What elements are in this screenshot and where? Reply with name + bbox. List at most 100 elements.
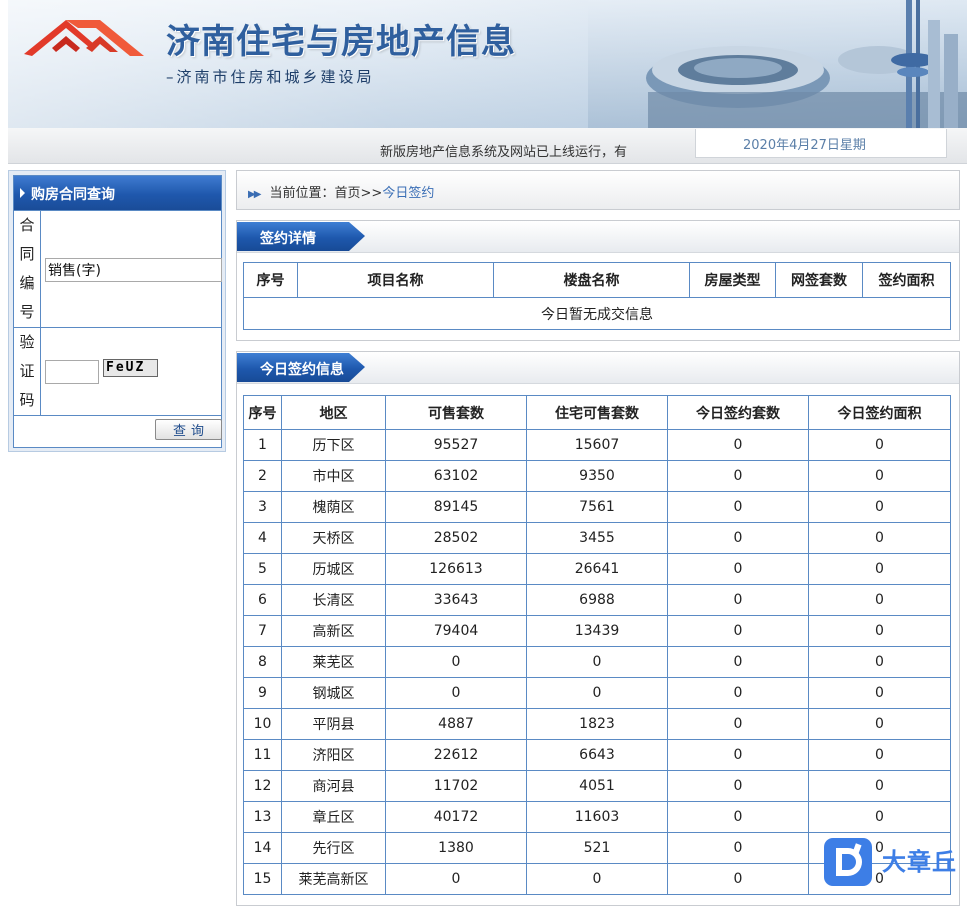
residential-available-units: 521 [526, 832, 668, 864]
today-signed-units: 0 [667, 646, 809, 678]
contract-query-title: 购房合同查询 [31, 187, 115, 203]
district-name: 平阴县 [281, 708, 386, 740]
today-signed-area: 0 [808, 646, 951, 678]
column-header: 住宅可售套数 [526, 395, 668, 430]
district-name: 济阳区 [281, 739, 386, 771]
table-row: 8 莱芜区 0 0 0 0 [243, 646, 951, 678]
breadcrumb-current[interactable]: 今日签约 [382, 186, 434, 201]
breadcrumb: ▶▶ 当前位置：首页>>今日签约 [236, 170, 960, 210]
available-units: 95527 [385, 429, 527, 461]
column-header: 房屋类型 [689, 262, 776, 298]
sign-detail-table: 序号 项目名称 楼盘名称 房屋类型 网签套数 签约面积 今日暂无成交信息 [243, 262, 951, 330]
table-row: 1 历下区 95527 15607 0 0 [243, 429, 951, 461]
available-units: 126613 [385, 553, 527, 585]
today-signed-area: 0 [808, 584, 951, 616]
district-name: 市中区 [281, 460, 386, 492]
row-index: 14 [243, 832, 282, 864]
district-name: 莱芜高新区 [281, 863, 386, 895]
watermark: 大章丘 [824, 834, 974, 890]
row-index: 10 [243, 708, 282, 740]
breadcrumb-prefix[interactable]: 当前位置：首页>> [270, 186, 383, 201]
current-date: 2020年4月27日星期 [695, 129, 947, 158]
today-signed-area: 0 [808, 460, 951, 492]
district-name: 天桥区 [281, 522, 386, 554]
row-index: 12 [243, 770, 282, 802]
table-row: 13 章丘区 40172 11603 0 0 [243, 801, 951, 833]
captcha-image[interactable]: FeUZ [103, 359, 158, 377]
residential-available-units: 26641 [526, 553, 668, 585]
city-skyline-image [588, 0, 967, 128]
district-name: 商河县 [281, 770, 386, 802]
residential-available-units: 4051 [526, 770, 668, 802]
empty-row: 今日暂无成交信息 [243, 297, 951, 330]
row-index: 4 [243, 522, 282, 554]
today-sign-table: 序号 地区 可售套数 住宅可售套数 今日签约套数 今日签约面积 1 历下区 9552… [243, 395, 951, 895]
house-roof-logo [24, 20, 144, 56]
available-units: 33643 [385, 584, 527, 616]
district-name: 高新区 [281, 615, 386, 647]
available-units: 11702 [385, 770, 527, 802]
today-signed-units: 0 [667, 739, 809, 771]
table-row: 7 高新区 79404 13439 0 0 [243, 615, 951, 647]
contract-query-panel: 购房合同查询 合 同 编 号 验 证 码 FeUZ 查询 [8, 170, 226, 452]
label-char: 同 [19, 245, 35, 263]
label-char: 码 [19, 391, 35, 409]
district-name: 历下区 [281, 429, 386, 461]
today-signed-units: 0 [667, 677, 809, 709]
empty-message: 今日暂无成交信息 [243, 297, 951, 330]
today-signed-units: 0 [667, 708, 809, 740]
column-header: 今日签约套数 [667, 395, 809, 430]
row-index: 6 [243, 584, 282, 616]
today-signed-area: 0 [808, 429, 951, 461]
table-row: 4 天桥区 28502 3455 0 0 [243, 522, 951, 554]
table-row: 12 商河县 11702 4051 0 0 [243, 770, 951, 802]
today-signed-area: 0 [808, 491, 951, 523]
residential-available-units: 11603 [526, 801, 668, 833]
row-index: 3 [243, 491, 282, 523]
district-name: 章丘区 [281, 801, 386, 833]
residential-available-units: 1823 [526, 708, 668, 740]
today-signed-units: 0 [667, 863, 809, 895]
row-index: 11 [243, 739, 282, 771]
table-row: 11 济阳区 22612 6643 0 0 [243, 739, 951, 771]
residential-available-units: 0 [526, 677, 668, 709]
today-signed-units: 0 [667, 522, 809, 554]
row-index: 13 [243, 801, 282, 833]
residential-available-units: 3455 [526, 522, 668, 554]
table-row: 9 钢城区 0 0 0 0 [243, 677, 951, 709]
column-header: 项目名称 [297, 262, 494, 298]
table-row: 10 平阴县 4887 1823 0 0 [243, 708, 951, 740]
table-header-row: 序号 地区 可售套数 住宅可售套数 今日签约套数 今日签约面积 [243, 395, 951, 430]
district-name: 莱芜区 [281, 646, 386, 678]
contract-number-input[interactable] [45, 258, 222, 282]
today-signed-area: 0 [808, 522, 951, 554]
contract-query-header: 购房合同查询 [14, 176, 221, 210]
today-signed-units: 0 [667, 770, 809, 802]
label-char: 证 [19, 362, 35, 380]
label-char: 合 [19, 216, 35, 234]
scrolling-notice[interactable]: 新版房地产信息系统及网站已上线运行，有 [380, 141, 668, 159]
residential-available-units: 0 [526, 646, 668, 678]
table-row: 5 历城区 126613 26641 0 0 [243, 553, 951, 585]
double-chevron-icon: ▶▶ [248, 189, 261, 200]
row-index: 15 [243, 863, 282, 895]
contract-query-form: 购房合同查询 合 同 编 号 验 证 码 FeUZ 查询 [13, 175, 222, 448]
available-units: 4887 [385, 708, 527, 740]
column-header: 序号 [243, 395, 282, 430]
row-index: 2 [243, 460, 282, 492]
today-signed-units: 0 [667, 584, 809, 616]
today-signed-area: 0 [808, 708, 951, 740]
query-button[interactable]: 查询 [155, 419, 222, 440]
today-signed-units: 0 [667, 615, 809, 647]
sign-detail-header: 签约详情 [237, 221, 959, 253]
today-signed-units: 0 [667, 801, 809, 833]
captcha-input[interactable] [45, 360, 99, 384]
today-signed-units: 0 [667, 429, 809, 461]
column-header: 地区 [281, 395, 386, 430]
table-row: 6 长清区 33643 6988 0 0 [243, 584, 951, 616]
contract-number-label: 合 同 编 号 [14, 211, 41, 327]
today-signed-area: 0 [808, 677, 951, 709]
available-units: 0 [385, 863, 527, 895]
column-header: 网签套数 [775, 262, 863, 298]
table-row: 3 槐荫区 89145 7561 0 0 [243, 491, 951, 523]
